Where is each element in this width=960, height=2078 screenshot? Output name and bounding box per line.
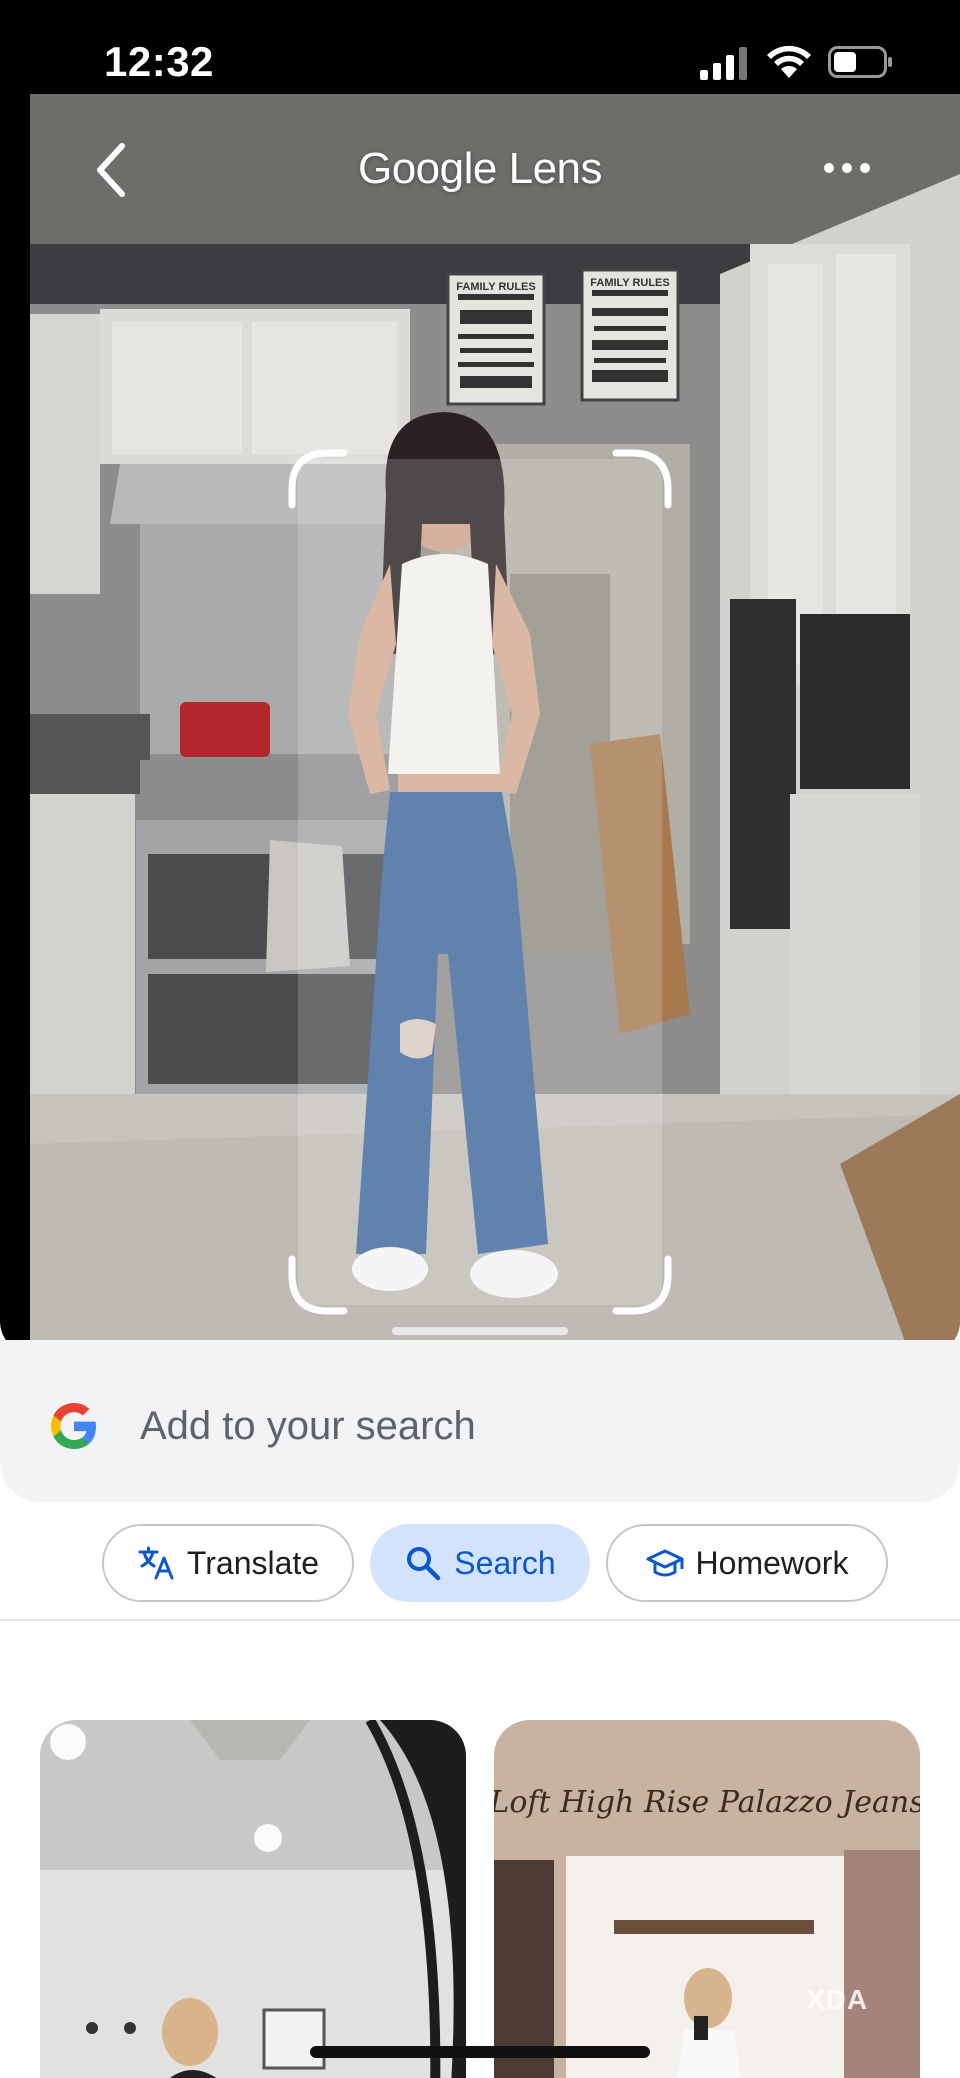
page-title: Google Lens [357, 144, 603, 193]
search-chip[interactable]: Search [370, 1524, 590, 1602]
home-indicator[interactable] [310, 2046, 650, 2058]
crop-corner-handles[interactable] [288, 449, 672, 1315]
google-g-icon [51, 1403, 96, 1449]
result-thumbnail [40, 1720, 466, 2078]
more-horizontal-icon[interactable] [822, 156, 872, 180]
sign-heading: FAMILY RULES [590, 277, 669, 289]
result-thumbnail: Loft High Rise Palazzo Jeans [494, 1720, 920, 2078]
result-caption: Loft High Rise Palazzo Jeans [494, 1785, 920, 1820]
school-cap-icon [646, 1549, 684, 1577]
divider [0, 1619, 960, 1621]
search-icon [407, 1547, 441, 1581]
homework-chip[interactable]: Homework [606, 1524, 888, 1602]
search-label: Search [454, 1544, 556, 1581]
result-card[interactable] [40, 1720, 466, 2078]
add-to-search-bar[interactable]: Add to your search [0, 1340, 960, 1502]
homework-label: Homework [695, 1544, 849, 1581]
sheet-drag-handle[interactable] [392, 1327, 568, 1335]
screen: 12:32 FAMILY RULES FAMILY RULES Google L… [0, 0, 960, 2078]
battery-icon [828, 46, 892, 78]
status-bar: 12:32 [0, 0, 960, 100]
xda-watermark: XDA [806, 1984, 869, 2015]
cellular-signal-icon [700, 47, 747, 80]
lens-header: Google Lens [0, 94, 960, 254]
wifi-icon [767, 45, 811, 78]
status-time: 12:32 [104, 38, 214, 85]
translate-icon [138, 1546, 174, 1580]
translate-chip[interactable]: Translate [102, 1524, 354, 1602]
translate-label: Translate [186, 1544, 320, 1581]
crop-selection-frame[interactable] [288, 449, 672, 1315]
result-card[interactable]: Loft High Rise Palazzo Jeans [494, 1720, 920, 2078]
sign-heading: FAMILY RULES [456, 281, 535, 293]
search-placeholder: Add to your search [140, 1404, 476, 1448]
